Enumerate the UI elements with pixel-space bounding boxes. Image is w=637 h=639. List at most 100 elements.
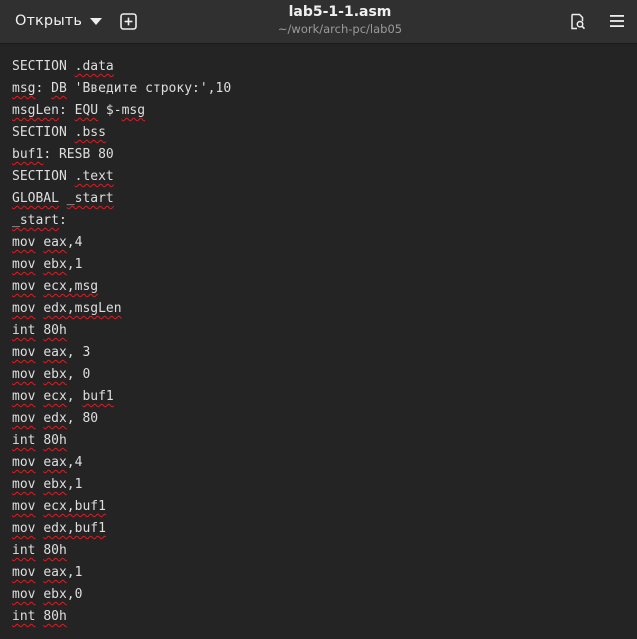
code-line[interactable]: int 80h <box>12 606 231 628</box>
code-line[interactable]: buf1: RESB 80 <box>12 144 231 166</box>
code-line[interactable]: mov edx,msgLen <box>12 298 231 320</box>
document-title: lab5-1-1.asm <box>288 4 392 20</box>
code-token: $- <box>98 103 122 118</box>
code-line[interactable]: mov ebx,1 <box>12 474 231 496</box>
spellcheck-token: DB <box>51 81 67 96</box>
spellcheck-token: mov <box>12 367 36 382</box>
code-line[interactable]: mov eax,1 <box>12 562 231 584</box>
code-line[interactable]: mov edx, 80 <box>12 408 231 430</box>
spellcheck-token: mov <box>12 565 36 580</box>
spellcheck-token: mov <box>12 499 36 514</box>
code-token: SECTION <box>12 59 67 74</box>
spellcheck-token: 80h <box>43 543 67 558</box>
spellcheck-token: eax <box>43 345 67 360</box>
open-file-button[interactable]: Открыть <box>6 6 110 36</box>
spellcheck-token: mov <box>12 301 36 316</box>
new-tab-button[interactable] <box>113 6 143 36</box>
code-line[interactable]: SECTION .text <box>12 166 231 188</box>
spellcheck-token: mov <box>12 411 36 426</box>
spellcheck-token: 80h <box>43 609 67 624</box>
spellcheck-token: msg <box>12 81 36 96</box>
main-menu-button[interactable] <box>602 6 632 36</box>
spellcheck-token: ecx <box>43 389 67 404</box>
code-lines: SECTION .data msg: DB 'Введите строку:',1… <box>12 56 231 628</box>
spellcheck-token: ebx <box>43 257 67 272</box>
spellcheck-token: mov <box>12 389 36 404</box>
spellcheck-token: edx <box>43 411 67 426</box>
spellcheck-token: buf1 <box>12 147 44 162</box>
code-token: , 3 <box>66 345 91 360</box>
code-line[interactable]: mov ebx,1 <box>12 254 231 276</box>
code-token: , <box>66 389 83 404</box>
code-line[interactable]: mov ecx, buf1 <box>12 386 231 408</box>
spellcheck-token: mov <box>12 477 36 492</box>
document-path: ~/work/arch-pc/lab05 <box>277 22 403 36</box>
spellcheck-token: _start <box>66 191 114 206</box>
spellcheck-token: ecx,buf1 <box>43 499 106 514</box>
spellcheck-token: int <box>12 609 36 624</box>
spellcheck-token: mov <box>12 257 36 272</box>
code-token: 80 <box>90 147 114 162</box>
spellcheck-token: ebx <box>43 477 67 492</box>
code-token: ,1 <box>66 477 83 492</box>
code-token: ,4 <box>66 455 83 470</box>
spellcheck-token: ebx <box>43 587 67 602</box>
code-token: SECTION <box>12 125 67 140</box>
spellcheck-token: mov <box>12 345 36 360</box>
code-token: ,1 <box>66 257 83 272</box>
code-line[interactable]: mov ecx,buf1 <box>12 496 231 518</box>
spellcheck-token: mov <box>12 279 36 294</box>
spellcheck-token: mov <box>12 235 36 250</box>
code-line[interactable]: int 80h <box>12 320 231 342</box>
spellcheck-token: buf1 <box>82 389 114 404</box>
spellcheck-token: .data <box>74 59 114 74</box>
code-line[interactable]: SECTION .data <box>12 56 231 78</box>
code-token: : <box>35 81 52 96</box>
code-line[interactable]: mov eax,4 <box>12 232 231 254</box>
spellcheck-token: mov <box>12 455 36 470</box>
code-editor[interactable]: SECTION .data msg: DB 'Введите строку:',1… <box>0 44 637 639</box>
code-token: : <box>58 213 67 228</box>
code-line[interactable]: mov eax, 3 <box>12 342 231 364</box>
open-file-label: Открыть <box>15 13 82 29</box>
spellcheck-token: eax <box>43 235 67 250</box>
code-token: SECTION <box>12 169 67 184</box>
spellcheck-token: mov <box>12 587 36 602</box>
code-line[interactable]: mov eax,4 <box>12 452 231 474</box>
code-line[interactable]: mov ebx,0 <box>12 584 231 606</box>
code-token: ,0 <box>66 587 83 602</box>
code-token: ,4 <box>66 235 83 250</box>
code-token: : <box>58 103 75 118</box>
code-token: , 80 <box>66 411 99 426</box>
code-line[interactable]: int 80h <box>12 430 231 452</box>
new-tab-icon <box>119 12 137 30</box>
code-line[interactable]: msg: DB 'Введите строку:',10 <box>12 78 231 100</box>
search-button[interactable] <box>562 6 592 36</box>
code-line[interactable]: _start: <box>12 210 231 232</box>
code-token: ,1 <box>66 565 83 580</box>
code-token: RESB <box>58 147 91 162</box>
code-line[interactable]: mov edx,buf1 <box>12 518 231 540</box>
code-line[interactable]: SECTION .bss <box>12 122 231 144</box>
spellcheck-token: .bss <box>74 125 106 140</box>
spellcheck-token: int <box>12 433 36 448</box>
spellcheck-token: eax <box>43 455 67 470</box>
spellcheck-token: int <box>12 543 36 558</box>
code-line[interactable]: mov ebx, 0 <box>12 364 231 386</box>
spellcheck-token: mov <box>12 521 36 536</box>
code-line[interactable]: msgLen: EQU $-msg <box>12 100 231 122</box>
document-search-icon <box>570 13 585 29</box>
hamburger-menu-icon <box>610 15 624 27</box>
code-line[interactable]: int 80h <box>12 540 231 562</box>
code-line[interactable]: GLOBAL _start <box>12 188 231 210</box>
spellcheck-token: 80h <box>43 433 67 448</box>
spellcheck-token: edx,msgLen <box>43 301 122 316</box>
chevron-down-icon <box>89 18 102 25</box>
spellcheck-token: ecx,msg <box>43 279 99 294</box>
code-line[interactable]: mov ecx,msg <box>12 276 231 298</box>
spellcheck-token: msgLen <box>12 103 59 118</box>
spellcheck-token: int <box>12 323 36 338</box>
